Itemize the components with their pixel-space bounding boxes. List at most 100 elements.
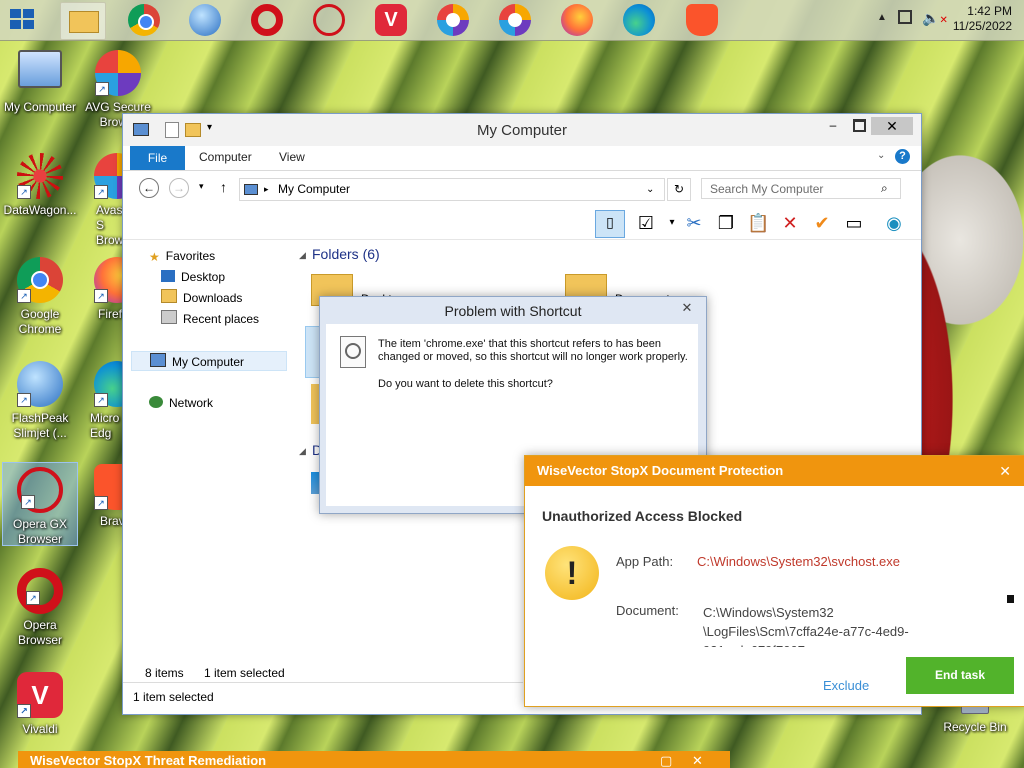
desktop-icon-google-chrome[interactable]: ↗ Google Chrome (0, 257, 80, 337)
flashpeak-icon[interactable] (189, 4, 221, 36)
section-collapse-icon[interactable]: ◢ (299, 446, 306, 457)
app-path-value: C:\Windows\System32\svchost.exe (697, 554, 901, 569)
address-bar[interactable]: ▸ My Computer ⌄ (239, 178, 665, 201)
tab-computer[interactable]: Computer (199, 150, 252, 164)
desktop-icon-label: Opera Browser (17, 618, 62, 647)
desktop-icon-label: My Computer (3, 100, 77, 114)
clock-date: 11/25/2022 (952, 19, 1012, 33)
desktop-icon-firefox[interactable]: ↗ Firef (78, 257, 128, 322)
taskbar: V ▲ 🔈✕ 1:42 PM 11/25/2022 (0, 0, 1024, 41)
toolbar-dropdown-icon[interactable]: ▾ (661, 212, 683, 234)
minimize-button[interactable]: – (823, 118, 843, 134)
end-task-button[interactable]: End task (906, 657, 1014, 694)
tray-chevron-icon[interactable]: ▲ (877, 12, 887, 23)
rename-icon[interactable]: ▭ (843, 212, 865, 234)
desktop-icon-microsoft-edge[interactable]: ↗ Micro Edg (78, 361, 128, 441)
wisevector-protection-popup: WiseVector StopX Document Protection ✕ U… (524, 455, 1024, 707)
nav-favorites[interactable]: ★ Favorites (149, 246, 215, 266)
file-explorer-icon[interactable] (60, 2, 106, 40)
toolbar: ▯ ☑ ▾ ✂ ❐ 📋 ✕ ✔ ▭ ◉ (123, 207, 921, 240)
dialog-message: The item 'chrome.exe' that this shortcut… (378, 338, 688, 363)
preview-pane-icon[interactable]: ▯ (595, 210, 625, 238)
up-icon[interactable]: ↑ (220, 179, 227, 195)
desktop-icon-my-computer[interactable]: My Computer (0, 50, 80, 115)
desktop-icon-vivaldi[interactable]: V ↗ Vivaldi (0, 672, 80, 737)
breadcrumb-chevron-icon[interactable]: ▸ (264, 179, 269, 200)
desktop-icon-datawagon[interactable]: ↗ DataWagon... (0, 153, 80, 218)
desktop-icon-label: Avast S Brow (96, 203, 126, 247)
warning-icon: ! (545, 546, 599, 600)
nav-label: Downloads (183, 291, 243, 305)
firefox-icon[interactable] (561, 4, 593, 36)
search-icon[interactable]: ⌕ (881, 181, 888, 196)
vivaldi-icon[interactable]: V (375, 4, 407, 36)
brave-icon[interactable] (686, 4, 718, 36)
opera-icon[interactable] (251, 4, 283, 36)
bottom-status-text: 1 item selected (133, 690, 214, 704)
desktop-icon-label: Vivaldi (22, 722, 58, 736)
desktop-icon-opera-gx-browser[interactable]: ↗ Opera GX Browser (2, 462, 78, 546)
nav-label: Desktop (181, 270, 226, 284)
computer-icon (18, 50, 62, 88)
nav-recent-places[interactable]: Recent places (161, 309, 259, 329)
avast-browser-icon[interactable] (499, 4, 531, 36)
wisevector-close-button[interactable]: ✕ (999, 456, 1011, 486)
refresh-icon[interactable]: ↻ (667, 178, 691, 201)
avg-browser-icon[interactable] (437, 4, 469, 36)
start-icon[interactable] (10, 9, 36, 31)
recent-locations-icon[interactable]: ▾ (199, 181, 204, 192)
scroll-indicator[interactable] (1007, 595, 1014, 603)
chrome-icon[interactable] (128, 4, 160, 36)
address-dropdown-icon[interactable]: ⌄ (646, 179, 654, 200)
dialog-question: Do you want to delete this shortcut? (378, 378, 553, 390)
document-line-2: \LogFiles\Scm\7cffa24e-a77c-4ed9- (703, 624, 909, 639)
clock[interactable]: 1:42 PM 11/25/2022 (953, 4, 1012, 34)
opera-gx-icon: ↗ (17, 467, 63, 513)
dialog-close-button[interactable]: ✕ (676, 299, 698, 317)
desktop-icon-opera-browser[interactable]: ↗ Opera Browser (0, 568, 80, 648)
remediation-close-button[interactable]: ✕ (692, 751, 703, 768)
search-input[interactable]: Search My Computer (701, 178, 901, 199)
ribbon-expand-icon[interactable]: ⌄ (877, 150, 885, 161)
exclude-link[interactable]: Exclude (823, 678, 869, 693)
delete-icon[interactable]: ✕ (779, 212, 801, 234)
back-icon[interactable]: ← (139, 178, 159, 198)
checklist-icon[interactable]: ☑ (635, 212, 657, 234)
maximize-button[interactable] (853, 119, 866, 132)
nav-label: My Computer (172, 355, 245, 369)
downloads-icon (161, 289, 177, 303)
computer-small-icon (244, 184, 258, 195)
desktop-icon-brave[interactable]: ↗ Brav (78, 464, 128, 529)
nav-label: Recent places (183, 312, 260, 326)
apply-icon[interactable]: ✔ (811, 212, 833, 234)
nav-desktop[interactable]: Desktop (161, 267, 225, 287)
tab-file[interactable]: File (130, 146, 185, 170)
volume-muted-icon[interactable]: 🔈✕ (922, 10, 948, 27)
nav-network[interactable]: Network (149, 393, 213, 413)
wisevector-title: WiseVector StopX Document Protection (537, 463, 784, 478)
network-icon[interactable] (898, 10, 912, 24)
close-button[interactable]: ✕ (871, 117, 913, 135)
edge-icon[interactable] (623, 4, 655, 36)
globe-icon[interactable]: ◉ (883, 212, 905, 234)
nav-downloads[interactable]: Downloads (161, 288, 242, 308)
desktop-icon-label: Google Chrome (18, 307, 62, 336)
nav-label: Favorites (165, 249, 216, 263)
desktop-icon-avast-secure-browser[interactable]: ↗ Avast S Brow (78, 153, 128, 248)
remediation-maximize-button[interactable]: ▢ (660, 751, 672, 768)
forward-icon[interactable]: → (169, 178, 189, 198)
tab-view[interactable]: View (279, 150, 305, 164)
cut-icon[interactable]: ✂ (683, 212, 705, 234)
paste-icon[interactable]: 📋 (747, 212, 769, 234)
nav-my-computer[interactable]: My Computer (131, 351, 287, 371)
desktop-icon-label: Opera GX Browser (12, 517, 68, 546)
explorer-title: My Computer (476, 122, 568, 139)
copy-icon[interactable]: ❐ (715, 212, 737, 234)
section-collapse-icon[interactable]: ◢ (299, 250, 306, 261)
threat-remediation-window[interactable]: WiseVector StopX Threat Remediation ▢ ✕ (18, 751, 730, 768)
opera-gx-icon[interactable] (313, 4, 345, 36)
help-icon[interactable]: ? (895, 149, 910, 164)
network-icon (149, 396, 163, 408)
explorer-titlebar[interactable]: ▾ My Computer – ✕ (123, 114, 921, 146)
desktop-icon-flashpeak-slimjet[interactable]: ↗ FlashPeak Slimjet (... (0, 361, 80, 441)
